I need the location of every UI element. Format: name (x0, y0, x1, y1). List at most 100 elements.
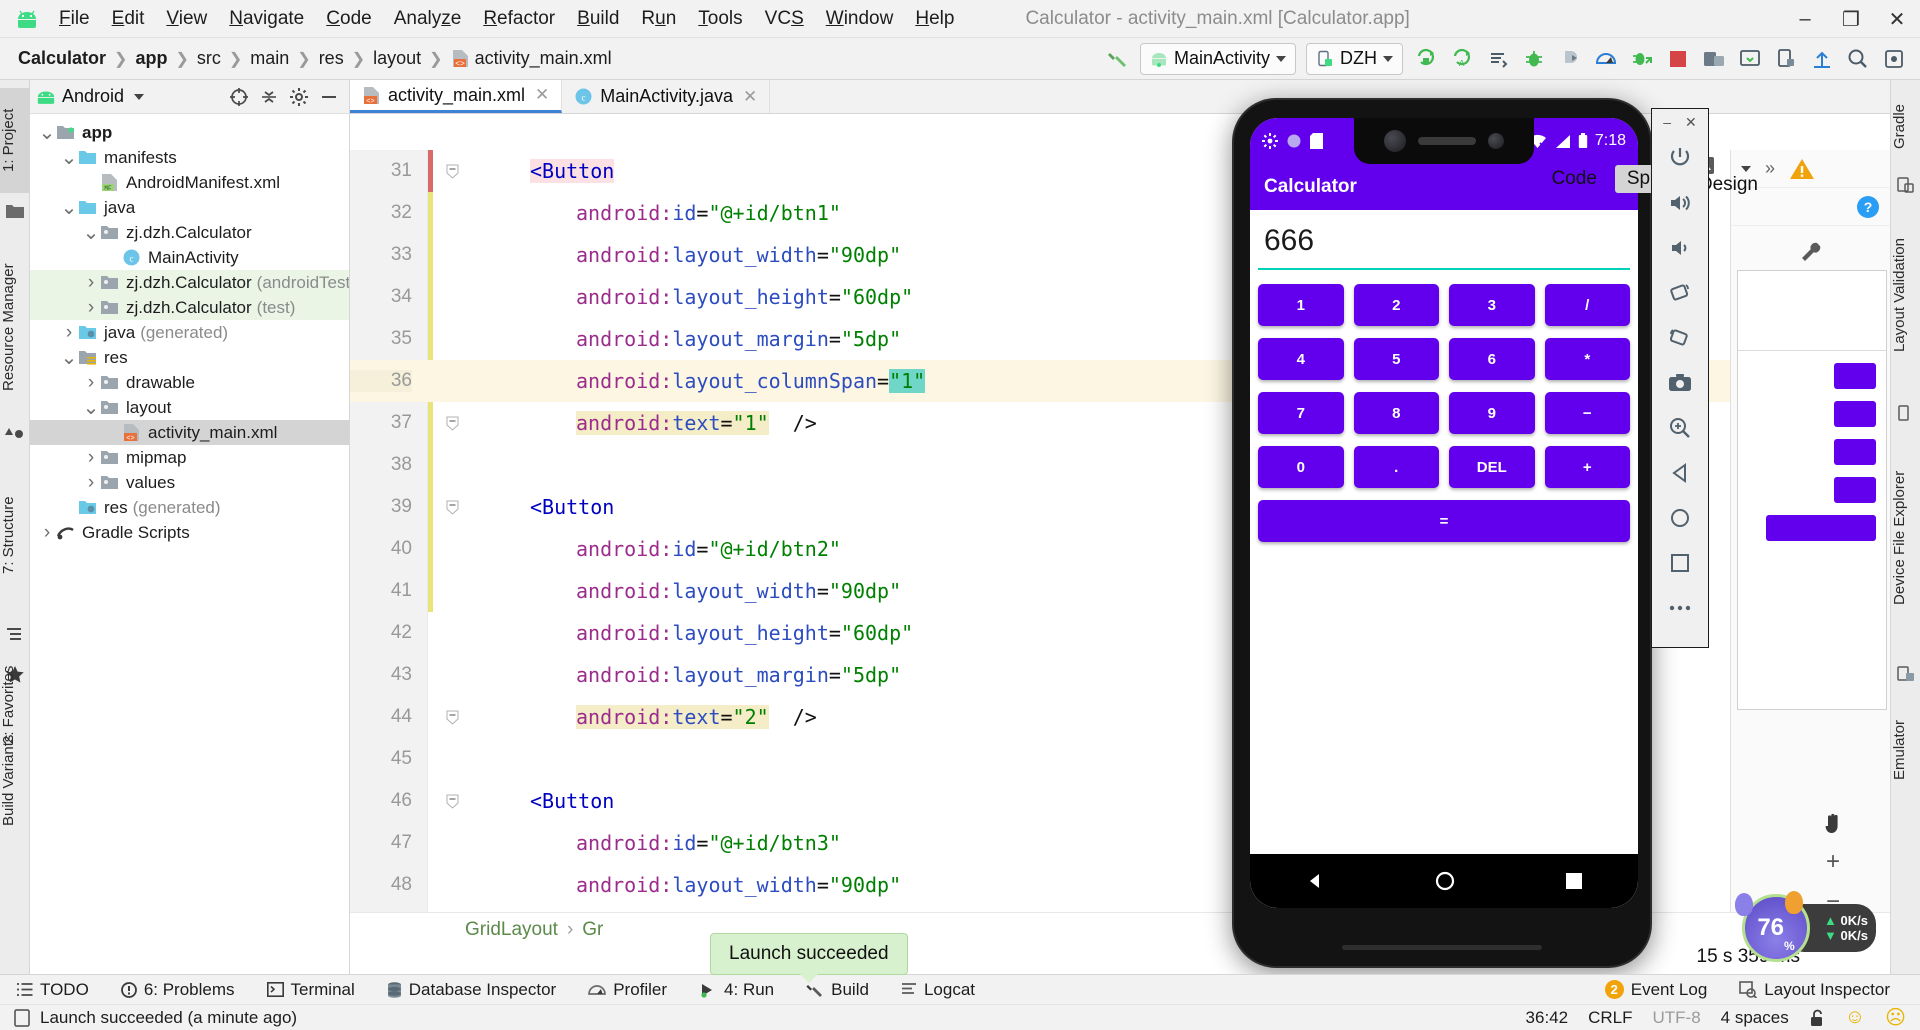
hide-pane-icon[interactable] (319, 87, 339, 107)
breadcrumb-item-activity-main-xml[interactable]: <> activity_main.xml (447, 48, 616, 69)
tree-node-gradle-scripts[interactable]: › Gradle Scripts (30, 520, 349, 545)
cursor-position[interactable]: 36:42 (1526, 1008, 1569, 1028)
code-line[interactable]: 46 <Button (350, 780, 1890, 822)
rotate-right-icon[interactable] (1658, 315, 1702, 360)
code-line[interactable]: 47 android:id="@+id/btn3" (350, 822, 1890, 864)
tree-node-mipmap[interactable]: › mipmap (30, 445, 349, 470)
back-icon[interactable] (1658, 450, 1702, 495)
calculator-key-5[interactable]: 5 (1353, 338, 1439, 380)
calculator-key-multiply[interactable]: * (1544, 338, 1630, 380)
rail-item-resource-manager[interactable]: Resource Manager (0, 235, 30, 420)
attach-debugger-button[interactable] (1553, 43, 1587, 75)
breadcrumb-item-res[interactable]: res (315, 48, 348, 69)
calculator-key-delete[interactable]: DEL (1449, 446, 1535, 488)
code-line[interactable]: 45 (350, 738, 1890, 780)
chevron-down-icon[interactable] (134, 93, 145, 100)
help-icon[interactable]: ? (1856, 195, 1880, 219)
rail-item-emulator[interactable]: Emulator (1891, 690, 1920, 810)
breadcrumb-item-main[interactable]: main (246, 48, 293, 69)
back-button[interactable] (1304, 870, 1326, 892)
emulator-rail-icon[interactable] (1896, 665, 1916, 685)
project-settings-gear-icon[interactable] (289, 87, 309, 107)
chevron-down-icon[interactable]: ⌄ (38, 123, 56, 143)
chevron-right-icon[interactable]: › (82, 272, 100, 294)
avd-manager-button[interactable] (1697, 43, 1731, 75)
menu-item-vcs[interactable]: VCS (754, 5, 815, 33)
calculator-key-8[interactable]: 8 (1353, 392, 1439, 434)
calculator-key-0[interactable]: 0 (1258, 446, 1344, 488)
debug-button[interactable] (1517, 43, 1551, 75)
chevron-right-icon[interactable]: › (82, 447, 100, 469)
code-fold-icon[interactable] (446, 500, 462, 515)
tree-node-res[interactable]: ⌄ res (30, 345, 349, 370)
chevron-down-icon[interactable]: ⌄ (60, 148, 78, 168)
breadcrumb-item-src[interactable]: src (193, 48, 225, 69)
calculator-keypad[interactable]: 1 2 3/4 5 6 * 7 8 9−0. DEL + = (1250, 284, 1638, 542)
tool-window-layout-inspector[interactable]: Layout Inspector (1723, 980, 1906, 1000)
menu-item-help[interactable]: Help (904, 5, 965, 33)
tree-node-java[interactable]: › java (generated) (30, 320, 349, 345)
tree-node-zj-dzh-calculator[interactable]: › zj.dzh.Calculator (androidTest) (30, 270, 349, 295)
code-fold-icon[interactable] (446, 416, 462, 431)
sdk-manager-button[interactable] (1733, 43, 1767, 75)
chevron-down-icon[interactable]: ⌄ (60, 348, 78, 368)
run-button[interactable] (1409, 43, 1443, 75)
menu-item-navigate[interactable]: Navigate (218, 5, 315, 33)
layout-validation-icon[interactable] (1896, 176, 1916, 196)
calculator-key-equals[interactable]: = (1258, 500, 1630, 542)
tool-window-6-problems[interactable]: 6: Problems (105, 980, 251, 1000)
project-folder-icon[interactable] (5, 202, 25, 222)
rail-item-gradle[interactable]: Gradle (1891, 86, 1920, 166)
overview-icon[interactable] (1658, 540, 1702, 585)
close-tab-icon[interactable]: ✕ (743, 87, 757, 107)
chevron-down-icon[interactable] (1276, 55, 1286, 62)
calculator-key-decimal[interactable]: . (1353, 446, 1439, 488)
calculator-key-7[interactable]: 7 (1258, 392, 1344, 434)
tree-node-res[interactable]: res (generated) (30, 495, 349, 520)
zoom-icon[interactable] (1658, 405, 1702, 450)
calculator-key-3[interactable]: 3 (1449, 284, 1535, 326)
calculator-key-minus[interactable]: − (1544, 392, 1630, 434)
select-opened-file-icon[interactable] (229, 87, 249, 107)
calculator-key-9[interactable]: 9 (1449, 392, 1535, 434)
build-hammer-icon[interactable] (1100, 43, 1134, 75)
screenshot-icon[interactable] (1658, 360, 1702, 405)
tool-window-todo[interactable]: TODO (0, 980, 105, 1000)
rail-item-layout-validation[interactable]: Layout Validation (1891, 200, 1920, 390)
minimize-window-button[interactable]: – (1782, 0, 1828, 38)
editor-mode-code[interactable]: Code (1539, 165, 1608, 193)
stop-button[interactable] (1661, 43, 1695, 75)
profiler-button[interactable] (1589, 43, 1623, 75)
recents-button[interactable] (1564, 871, 1584, 891)
device-file-explorer-rail-icon[interactable] (1896, 405, 1916, 425)
wrench-icon[interactable] (1731, 226, 1890, 264)
menu-item-view[interactable]: View (155, 5, 218, 33)
device-selector[interactable]: DZH (1306, 42, 1403, 75)
calculator-key-6[interactable]: 6 (1449, 338, 1535, 380)
layout-preview[interactable] (1737, 270, 1887, 710)
project-tree[interactable]: ⌄ app ⌄ manifests MF AndroidManifest.xml ⌄ java… (30, 114, 349, 982)
code-line[interactable]: 44 android:text="2" /> (350, 696, 1890, 738)
close-window-button[interactable]: ✕ (1874, 0, 1920, 38)
component-breadcrumb-item[interactable]: Gr (577, 919, 608, 941)
indent-setting[interactable]: 4 spaces (1721, 1008, 1789, 1028)
volume-up-icon[interactable] (1658, 180, 1702, 225)
emulator-performance-overlay[interactable]: 76 % ▲ 0K/s ▼ 0K/s (1735, 891, 1876, 962)
chevron-down-icon[interactable]: ⌄ (82, 223, 100, 243)
home-button[interactable] (1434, 870, 1456, 892)
component-breadcrumb-item[interactable]: GridLayout (460, 919, 563, 941)
emulator-toolbar[interactable]: – ✕ (1651, 108, 1709, 648)
close-icon[interactable]: ✕ (1685, 114, 1697, 131)
search-icon[interactable] (1841, 43, 1875, 75)
calculator-key-4[interactable]: 4 (1258, 338, 1344, 380)
chevron-down-icon[interactable]: ⌄ (60, 198, 78, 218)
tool-window-4-run[interactable]: 4: Run (683, 980, 790, 1000)
rail-item-project[interactable]: 1: Project (0, 88, 30, 193)
run-configuration-selector[interactable]: MainActivity (1139, 42, 1296, 75)
code-line[interactable]: 43 android:layout_margin="5dp" (350, 654, 1890, 696)
editor-tab-mainactivity-java[interactable]: c MainActivity.java ✕ (562, 80, 771, 113)
tree-node-zj-dzh-calculator[interactable]: ⌄ zj.dzh.Calculator (30, 220, 349, 245)
volume-down-icon[interactable] (1658, 225, 1702, 270)
breadcrumb-item-layout[interactable]: layout (369, 48, 425, 69)
device-file-explorer-button[interactable] (1769, 43, 1803, 75)
